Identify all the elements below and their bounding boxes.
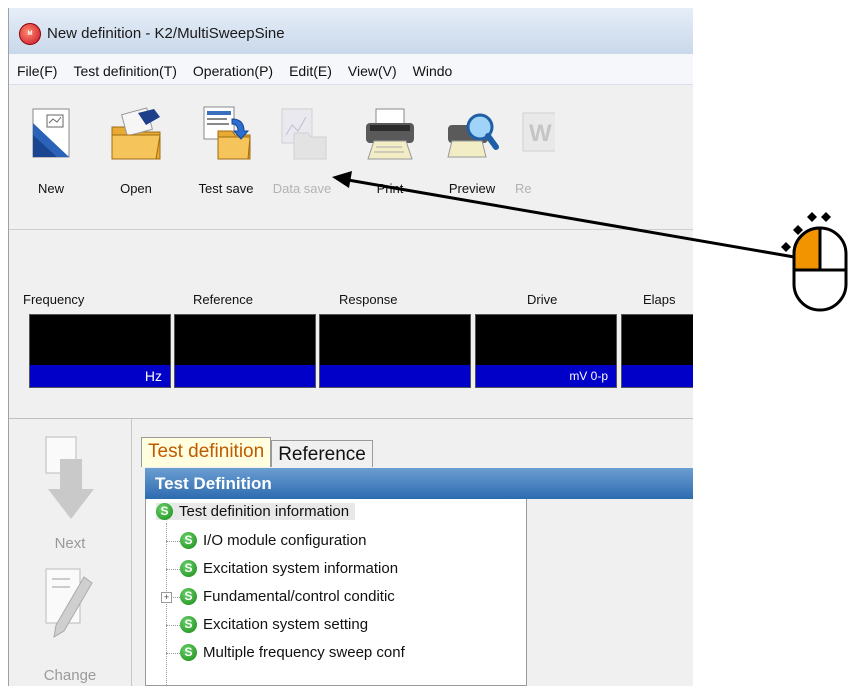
open-folder-icon	[108, 105, 164, 161]
next-button[interactable]: Next	[9, 435, 131, 552]
menu-operation[interactable]: Operation(P)	[185, 54, 281, 84]
tree-connector	[166, 523, 167, 686]
definition-area: Next Change Test definition Reference Te…	[9, 418, 693, 686]
expand-plus-icon[interactable]: +	[161, 592, 172, 603]
preview-button[interactable]: Preview	[439, 105, 505, 196]
status-s-icon: S	[180, 588, 197, 605]
menu-view[interactable]: View(V)	[340, 54, 405, 84]
panel-title: Test Definition	[145, 468, 693, 499]
tree-node-label: Excitation system setting	[203, 616, 369, 633]
status-s-icon: S	[180, 616, 197, 633]
change-pen-icon	[9, 567, 131, 667]
drive-unit: mV 0-p	[476, 365, 616, 387]
new-button[interactable]: New	[23, 105, 79, 196]
status-s-icon: S	[180, 644, 197, 661]
application-window: M New definition - K2/MultiSweepSine Fil…	[8, 8, 693, 686]
change-button[interactable]: Change	[9, 567, 131, 684]
toolbar: New Open Test save Data save Print Previ…	[9, 93, 693, 228]
next-label: Next	[54, 535, 86, 552]
tab-test-definition[interactable]: Test definition	[141, 437, 272, 467]
tree-node-excitation-setting[interactable]: S Excitation system setting	[180, 616, 368, 633]
elapsed-unit	[622, 365, 693, 387]
report-icon: W	[515, 105, 555, 161]
tree-node-label: Fundamental/control conditic	[203, 588, 395, 605]
drive-meter: mV 0-p	[475, 314, 617, 388]
menu-edit[interactable]: Edit(E)	[281, 54, 340, 84]
tree-node-label: Test definition information	[179, 503, 350, 520]
tree-node-excitation-info[interactable]: S Excitation system information	[180, 560, 398, 577]
test-save-label: Test save	[198, 181, 254, 196]
tree-connector	[171, 597, 180, 598]
frequency-unit: Hz	[30, 365, 170, 387]
new-label: New	[37, 181, 64, 196]
report-button[interactable]: W Re	[515, 105, 555, 196]
tree-node-label: Multiple frequency sweep conf	[203, 644, 405, 661]
side-panel: Next Change	[9, 419, 132, 686]
tree-connector	[166, 653, 180, 654]
print-button[interactable]: Print	[357, 105, 423, 196]
preview-icon	[444, 105, 500, 161]
test-save-button[interactable]: Test save	[189, 105, 263, 196]
data-save-button[interactable]: Data save	[267, 105, 337, 196]
print-label: Print	[376, 181, 404, 196]
tree-node-fundamental-control[interactable]: S Fundamental/control conditic	[180, 588, 395, 605]
frequency-meter: Hz	[29, 314, 171, 388]
open-button[interactable]: Open	[101, 105, 171, 196]
test-save-icon	[198, 105, 254, 161]
tree-node-root[interactable]: S Test definition information	[156, 503, 356, 520]
menu-test-definition[interactable]: Test definition(T)	[65, 54, 184, 84]
elapsed-label: Elaps	[643, 292, 676, 307]
svg-text:W: W	[529, 120, 552, 147]
status-s-icon: S	[156, 503, 173, 520]
report-label: Re	[515, 181, 532, 196]
elapsed-meter	[621, 314, 693, 388]
data-save-icon	[274, 105, 330, 161]
tab-reference[interactable]: Reference	[271, 440, 373, 467]
preview-label: Preview	[448, 181, 496, 196]
reference-meter	[174, 314, 316, 388]
menu-file[interactable]: File(F)	[9, 54, 65, 84]
tab-bar: Test definition Reference	[141, 437, 373, 467]
response-unit	[320, 365, 470, 387]
next-arrow-icon	[9, 435, 131, 535]
tree-connector	[166, 541, 180, 542]
status-s-icon: S	[180, 560, 197, 577]
window-title: New definition - K2/MultiSweepSine	[47, 25, 285, 42]
drive-label: Drive	[527, 292, 558, 307]
mouse-left-click-icon	[781, 212, 848, 312]
monitor-panel: Frequency Hz Reference Response Drive mV…	[9, 229, 693, 418]
tree-connector	[166, 625, 180, 626]
menu-window[interactable]: Windo	[405, 54, 461, 84]
printer-icon	[362, 105, 418, 161]
menu-bar: File(F) Test definition(T) Operation(P) …	[9, 54, 693, 85]
change-label: Change	[43, 667, 97, 684]
open-label: Open	[120, 181, 152, 196]
frequency-label: Frequency	[23, 292, 85, 307]
tree-connector	[166, 569, 180, 570]
app-logo-icon: M	[19, 23, 41, 45]
title-bar: M New definition - K2/MultiSweepSine	[9, 8, 693, 54]
tree-node-label: Excitation system information	[203, 560, 399, 577]
response-label: Response	[339, 292, 398, 307]
new-document-icon	[23, 105, 79, 161]
data-save-label: Data save	[272, 181, 332, 196]
tree-node-label: I/O module configuration	[203, 532, 367, 549]
status-s-icon: S	[180, 532, 197, 549]
response-meter	[319, 314, 471, 388]
tree-node-multi-frequency[interactable]: S Multiple frequency sweep conf	[180, 644, 405, 661]
definition-tree: S Test definition information S I/O modu…	[145, 499, 527, 686]
reference-label: Reference	[193, 292, 253, 307]
tree-node-io-module[interactable]: S I/O module configuration	[180, 532, 366, 549]
reference-unit	[175, 365, 315, 387]
